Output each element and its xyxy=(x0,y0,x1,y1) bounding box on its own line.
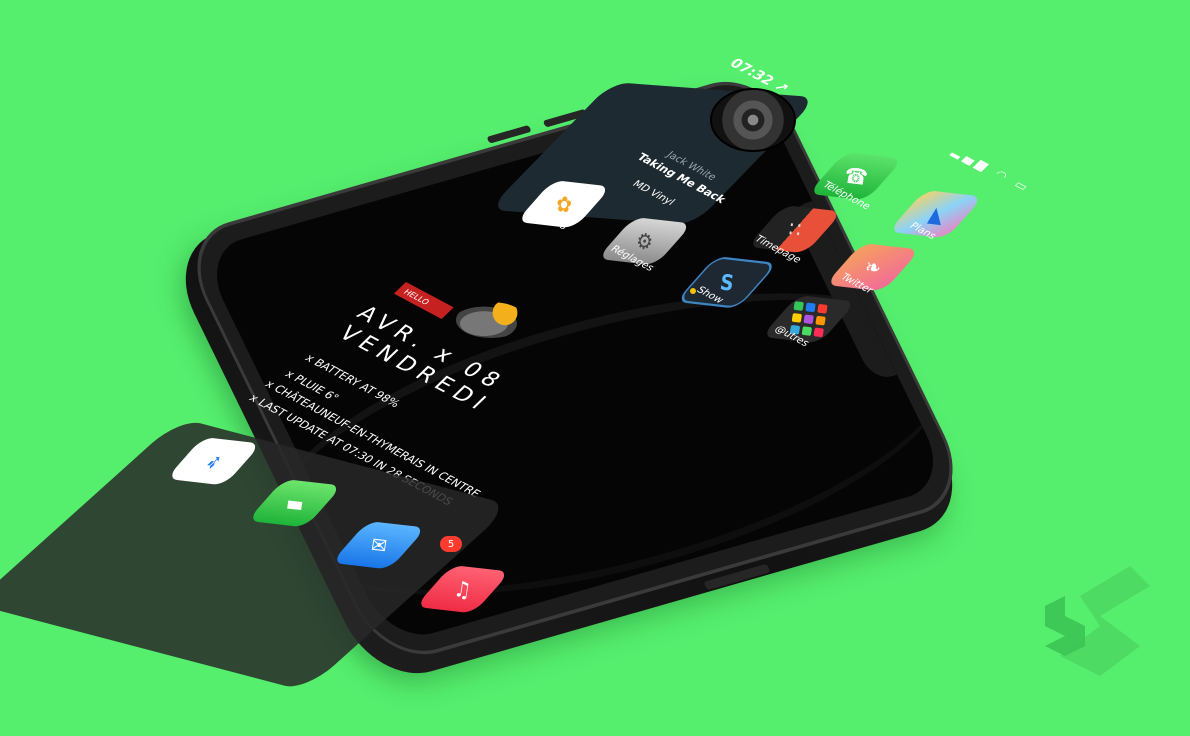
show-icon: S xyxy=(718,268,736,297)
safari-icon: ➶ xyxy=(204,447,224,476)
status-icons: ▂▄▆ ◠ ▭ xyxy=(949,145,1036,196)
watermark-logo-icon xyxy=(1045,566,1150,676)
mail-badge: 5 xyxy=(440,536,462,552)
mail-icon: ✉ xyxy=(369,531,389,560)
phone-icon: ☎ xyxy=(842,162,870,191)
new-install-dot xyxy=(690,288,696,294)
maps-icon: ▲ xyxy=(926,200,945,228)
timepage-icon: ∷ xyxy=(786,215,803,243)
vinyl-record-icon xyxy=(710,88,796,152)
settings-icon: ⚙ xyxy=(634,227,655,256)
weather-cloud-icon xyxy=(456,302,526,338)
app-telephone[interactable]: ☎ xyxy=(807,152,904,201)
messages-icon: ▬ xyxy=(284,489,306,518)
scene: 07:32 ↗ ▂▄▆ ◠ ▭ Jack White Taking Me Bac… xyxy=(0,0,1190,736)
photos-icon: ✿ xyxy=(554,190,574,219)
music-icon: ♫ xyxy=(452,575,473,604)
twitter-icon: ❧ xyxy=(863,253,883,282)
